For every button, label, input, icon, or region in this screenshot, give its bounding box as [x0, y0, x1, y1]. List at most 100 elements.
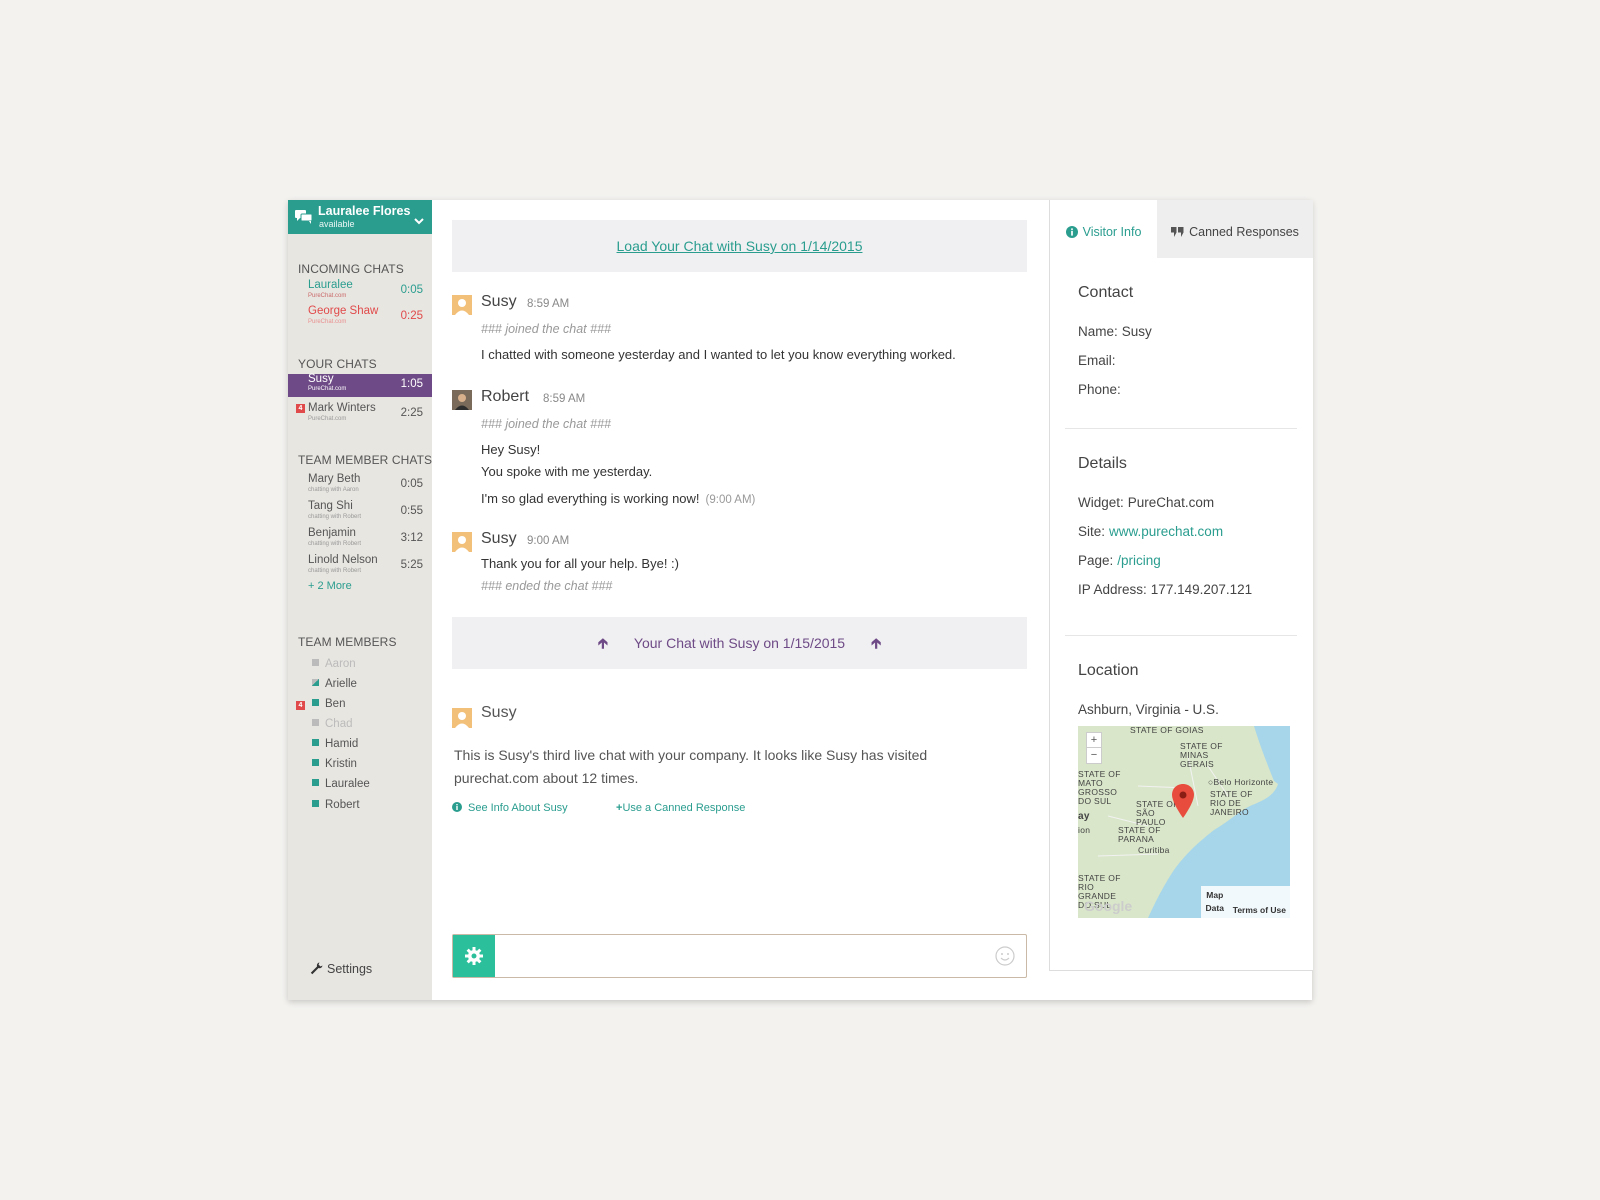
visitor-avatar-icon	[452, 532, 472, 552]
sender-name: Robert	[481, 388, 530, 405]
composer-settings-button[interactable]	[453, 935, 495, 977]
map-label: Curitiba	[1138, 845, 1170, 855]
map-label: STATE OF PARANA	[1118, 825, 1161, 844]
map-data-link[interactable]: Map Data	[1201, 886, 1229, 915]
agent-name: Linold Nelson	[308, 554, 378, 566]
incoming-chat-item[interactable]: Lauralee PureChat.com 0:05	[288, 278, 432, 304]
chat-timer: 0:05	[400, 478, 423, 490]
member-name: Ben	[325, 698, 346, 710]
map-footer: Map Data Terms of Use	[1200, 886, 1290, 918]
more-team-chats-link[interactable]: + 2 More	[308, 580, 352, 592]
team-member-item[interactable]: Hamid	[312, 738, 358, 754]
visitor-summary-text: This is Susy's third live chat with your…	[454, 747, 928, 786]
canned-response-label: Use a Canned Response	[622, 802, 746, 814]
team-chat-item[interactable]: Benjamin chatting with Robert 3:12	[288, 526, 432, 552]
incoming-chat-item[interactable]: George Shaw PureChat.com 0:25	[288, 304, 432, 330]
team-member-chats-title: TEAM MEMBER CHATS	[298, 453, 433, 467]
current-chat-label: Your Chat with Susy on 1/15/2015	[633, 635, 846, 651]
tab-visitor-info[interactable]: Visitor Info	[1050, 200, 1157, 258]
visitor-avatar-icon	[452, 295, 472, 315]
page-link[interactable]: /pricing	[1117, 553, 1161, 568]
team-chat-item[interactable]: Linold Nelson chatting with Robert 5:25	[288, 553, 432, 579]
message-time: 8:59 AM	[543, 393, 586, 405]
team-member-item[interactable]: Chad	[312, 718, 353, 734]
location-section-title: Location	[1078, 662, 1139, 679]
chat-app-window: Lauralee Flores available INCOMING CHATS…	[288, 200, 1313, 1000]
info-circle-icon	[1065, 225, 1083, 239]
settings-button[interactable]: Settings	[310, 962, 372, 976]
zoom-in-button[interactable]: +	[1087, 733, 1101, 748]
location-map[interactable]: + − STATE OF GOIAS STATE OF MINAS GERAIS …	[1078, 726, 1290, 918]
info-circle-icon	[452, 802, 468, 814]
agent-avatar-icon	[452, 390, 472, 410]
your-chat-item-active[interactable]: Susy PureChat.com 1:05	[288, 373, 432, 397]
field-label: IP Address:	[1078, 582, 1147, 597]
see-info-link[interactable]: See Info About Susy	[452, 802, 568, 814]
incoming-chats-title: INCOMING CHATS	[298, 262, 404, 276]
message-text: You spoke with me yesterday.	[481, 464, 653, 479]
chat-timer: 2:25	[400, 407, 423, 419]
section-divider	[1065, 635, 1297, 636]
system-message: ### joined the chat ###	[481, 417, 611, 431]
presence-indicator	[312, 679, 319, 686]
presence-indicator	[312, 739, 319, 746]
team-member-item[interactable]: 4 Ben	[296, 698, 346, 714]
team-member-item[interactable]: Robert	[312, 799, 360, 815]
your-chat-item[interactable]: 4 Mark Winters PureChat.com 2:25	[288, 401, 432, 427]
field-label: Widget:	[1078, 495, 1124, 510]
chatting-with: chatting with Aaron	[308, 487, 359, 493]
zoom-out-button[interactable]: −	[1087, 748, 1101, 762]
team-member-item[interactable]: Aaron	[312, 658, 356, 674]
contact-name-value: Susy	[1121, 324, 1152, 339]
smiley-icon[interactable]	[995, 946, 1015, 971]
team-member-item[interactable]: Kristin	[312, 758, 357, 774]
sender-name: Susy	[481, 293, 517, 310]
chat-timer: 1:05	[400, 378, 423, 390]
agent-name: Mary Beth	[308, 473, 361, 485]
unread-count-badge: 4	[296, 404, 305, 413]
map-zoom-control[interactable]: + −	[1086, 732, 1102, 764]
field-label: Site:	[1078, 524, 1106, 539]
tab-canned-responses[interactable]: Canned Responses	[1157, 200, 1313, 258]
current-chat-banner[interactable]: 🡱 Your Chat with Susy on 1/15/2015 🡱	[452, 617, 1027, 669]
team-member-item[interactable]: Lauralee	[312, 778, 370, 794]
map-pin-icon[interactable]	[1172, 784, 1194, 818]
chatting-with: chatting with Robert	[308, 568, 362, 574]
team-chat-item[interactable]: Mary Beth chatting with Aaron 0:05	[288, 472, 432, 498]
chat-site: PureChat.com	[308, 416, 347, 422]
site-link[interactable]: www.purechat.com	[1109, 524, 1223, 539]
field-label: Phone:	[1078, 382, 1121, 397]
team-members-title: TEAM MEMBERS	[298, 635, 397, 649]
load-previous-chat-link[interactable]: Load Your Chat with Susy on 1/14/2015	[452, 220, 1027, 272]
member-name: Lauralee	[325, 778, 370, 790]
panel-tabs: Visitor Info Canned Responses	[1050, 200, 1313, 258]
visitor-name: Susy	[481, 704, 517, 721]
team-member-item[interactable]: Arielle	[312, 678, 357, 694]
widget-row: Widget: PureChat.com	[1078, 495, 1214, 510]
team-chat-item[interactable]: Tang Shi chatting with Robert 0:55	[288, 499, 432, 525]
visitor-info-panel: Visitor Info Canned Responses Contact Na…	[1049, 200, 1313, 971]
chat-transcript: Load Your Chat with Susy on 1/14/2015 Su…	[432, 200, 1038, 1000]
member-name: Aaron	[325, 658, 356, 670]
presence-indicator	[312, 659, 319, 666]
chatting-with: chatting with Robert	[308, 541, 362, 547]
page-row: Page:/pricing	[1078, 553, 1161, 568]
chevron-down-icon[interactable]	[414, 212, 424, 230]
presence-indicator	[312, 800, 319, 807]
message-input[interactable]	[501, 943, 975, 971]
chat-site: PureChat.com	[308, 386, 347, 392]
chat-timer: 0:25	[400, 310, 423, 322]
member-name: Kristin	[325, 758, 357, 770]
tab-label: Visitor Info	[1082, 225, 1142, 239]
widget-value: PureChat.com	[1127, 495, 1215, 510]
ip-row: IP Address: 177.149.207.121	[1078, 582, 1252, 597]
use-canned-response-link[interactable]: +Use a Canned Response	[616, 802, 745, 814]
terms-of-use-link[interactable]: Terms of Use	[1233, 886, 1290, 915]
system-message: ### joined the chat ###	[481, 322, 611, 336]
see-info-label: See Info About Susy	[468, 802, 568, 814]
gear-icon	[465, 947, 483, 965]
user-status-dropdown[interactable]: Lauralee Flores available	[288, 200, 432, 234]
chat-timer: 0:05	[400, 284, 423, 296]
quote-icon	[1171, 225, 1189, 239]
section-divider	[1065, 428, 1297, 429]
